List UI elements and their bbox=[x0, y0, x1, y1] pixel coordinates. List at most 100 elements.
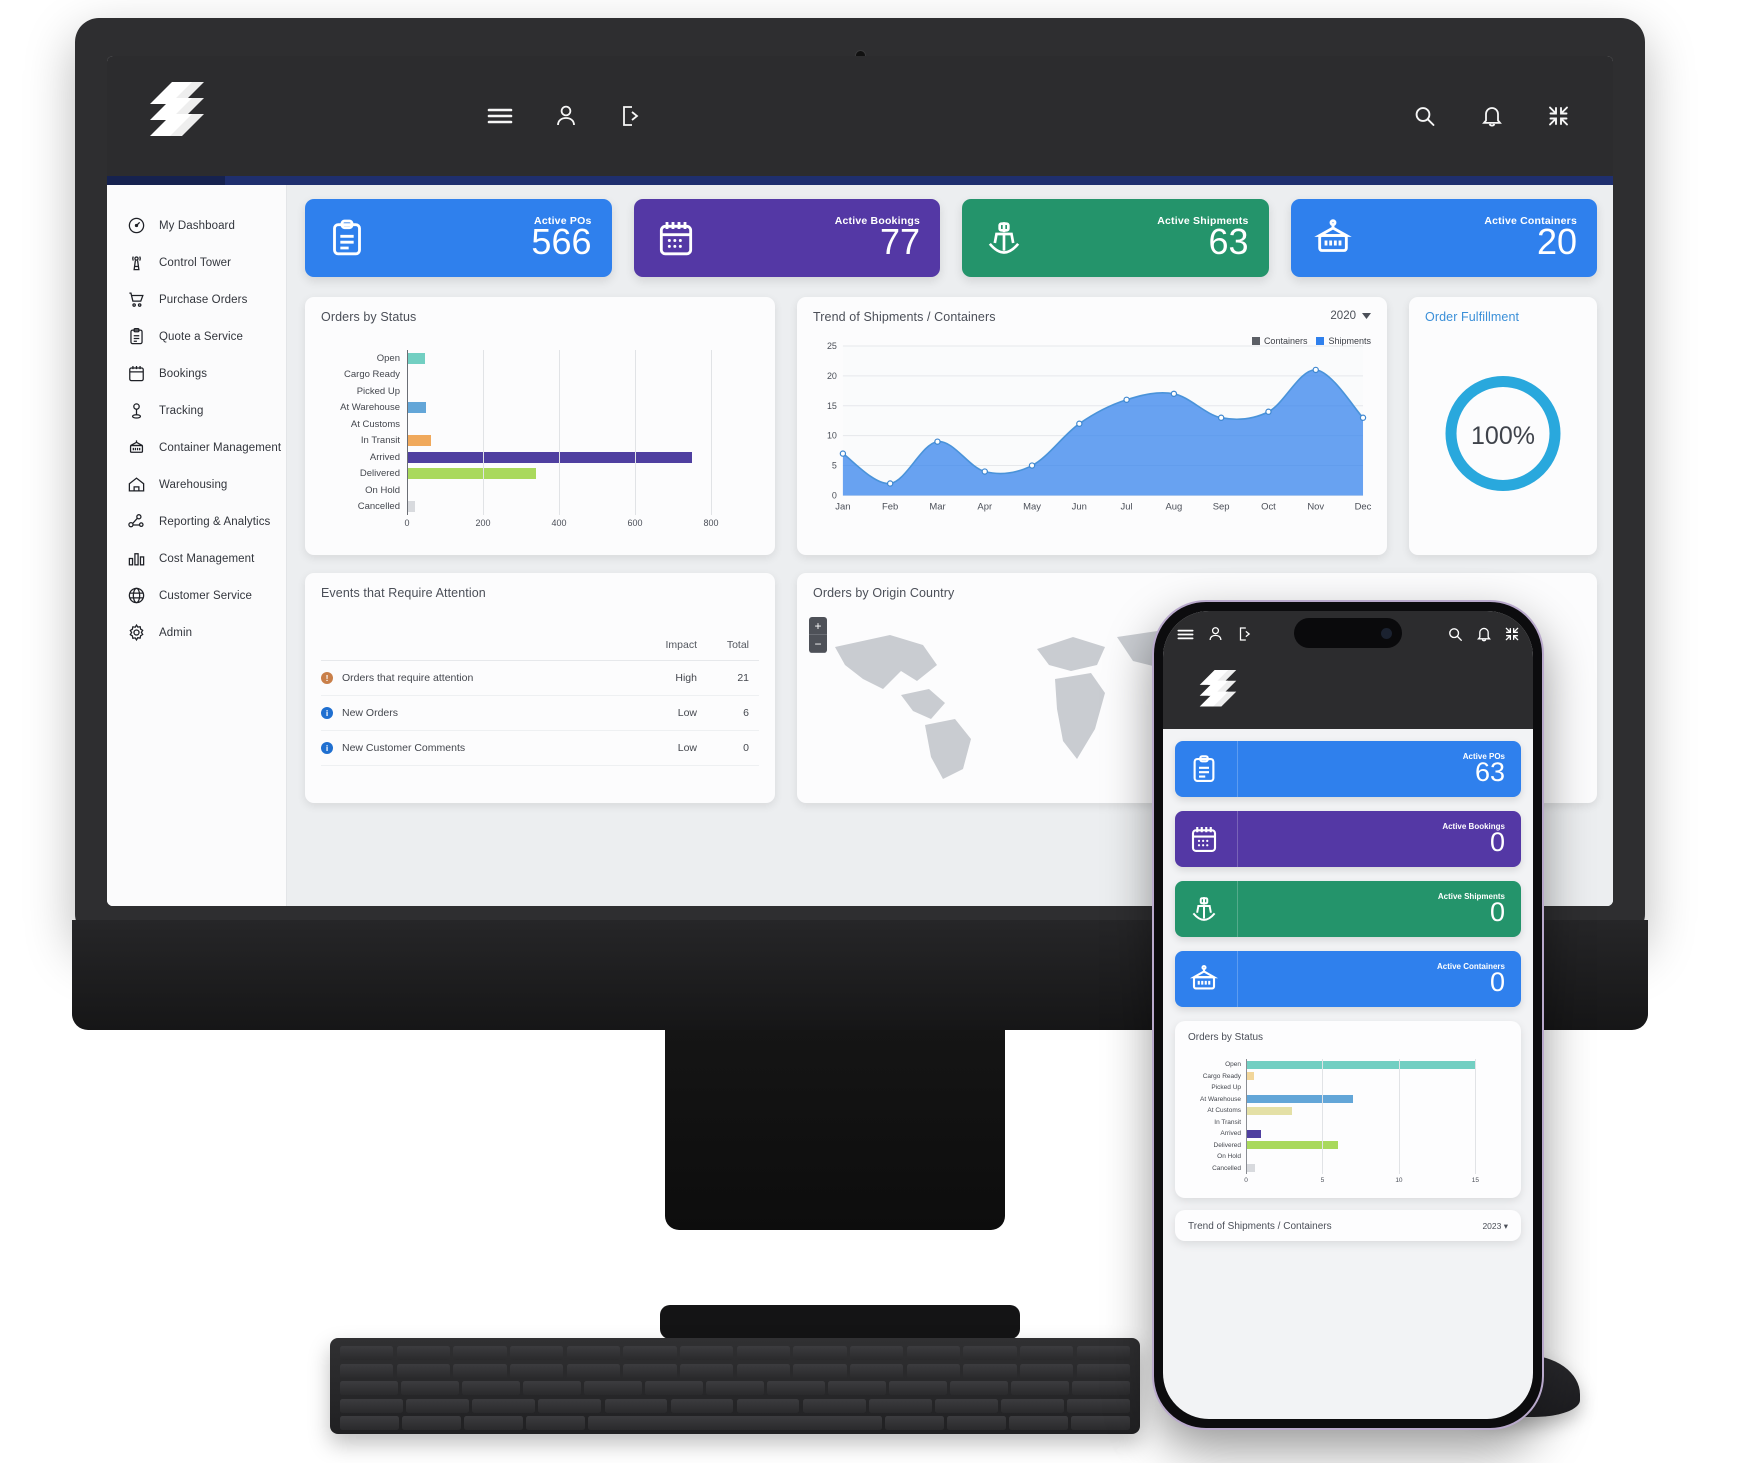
keyboard-key[interactable] bbox=[706, 1381, 764, 1395]
bar-fill[interactable] bbox=[1246, 1095, 1354, 1103]
keyboard-key[interactable] bbox=[566, 1363, 620, 1378]
keyboard-key[interactable] bbox=[472, 1398, 535, 1413]
keyboard-key[interactable] bbox=[963, 1346, 1017, 1360]
logout-icon[interactable] bbox=[1237, 626, 1252, 642]
keyboard-key[interactable] bbox=[406, 1398, 469, 1413]
sidebar-item-bookings[interactable]: Bookings bbox=[107, 355, 286, 392]
keyboard-key[interactable] bbox=[462, 1381, 520, 1395]
table-row[interactable]: i New Orders Low 6 bbox=[321, 695, 759, 731]
sidebar-item-control-tower[interactable]: Control Tower bbox=[107, 244, 286, 281]
phone-kpi-active-shipments[interactable]: Active Shipments 0 bbox=[1175, 881, 1521, 937]
phone-kpi-active-containers[interactable]: Active Containers 0 bbox=[1175, 951, 1521, 1007]
keyboard-key[interactable] bbox=[1072, 1381, 1130, 1395]
bar-fill[interactable] bbox=[1246, 1072, 1254, 1080]
keyboard-key[interactable] bbox=[604, 1398, 668, 1413]
logout-icon[interactable] bbox=[619, 104, 641, 128]
kpi-card-active-bookings[interactable]: Active Bookings 77 bbox=[633, 199, 940, 277]
sidebar-item-tracking[interactable]: Tracking bbox=[107, 392, 286, 429]
bar-fill[interactable] bbox=[407, 435, 431, 446]
bar-fill[interactable] bbox=[1246, 1060, 1476, 1069]
keyboard-key[interactable] bbox=[793, 1346, 847, 1360]
menu-icon[interactable] bbox=[1177, 628, 1194, 641]
sidebar-item-customer-service[interactable]: Customer Service bbox=[107, 577, 286, 614]
bar-fill[interactable] bbox=[1246, 1129, 1262, 1138]
data-point[interactable] bbox=[886, 480, 894, 487]
keyboard-key[interactable] bbox=[340, 1381, 398, 1395]
keyboard-key[interactable] bbox=[736, 1363, 790, 1378]
keyboard-key[interactable] bbox=[736, 1398, 800, 1413]
sidebar-item-purchase-orders[interactable]: Purchase Orders bbox=[107, 281, 286, 318]
sidebar-item-admin[interactable]: Admin bbox=[107, 614, 286, 651]
data-point[interactable] bbox=[1265, 408, 1272, 415]
sidebar-item-container-management[interactable]: Container Management bbox=[107, 429, 286, 466]
keyboard-key[interactable] bbox=[584, 1381, 642, 1395]
keyboard-key[interactable] bbox=[670, 1398, 734, 1413]
bar-fill[interactable] bbox=[1246, 1106, 1292, 1115]
brand-logo[interactable] bbox=[107, 80, 247, 152]
keyboard-key[interactable] bbox=[885, 1416, 944, 1430]
keyboard-key[interactable] bbox=[340, 1398, 403, 1413]
table-row[interactable]: i New Customer Comments Low 0 bbox=[321, 730, 759, 766]
keyboard-key[interactable] bbox=[828, 1381, 886, 1395]
data-point[interactable] bbox=[1076, 420, 1083, 427]
keyboard-key[interactable] bbox=[464, 1416, 523, 1430]
notifications-icon[interactable] bbox=[1477, 626, 1491, 642]
keyboard-key[interactable] bbox=[401, 1381, 459, 1395]
bar-fill[interactable] bbox=[407, 451, 692, 463]
kpi-card-active-containers[interactable]: Active Containers 20 bbox=[1290, 199, 1597, 277]
keyboard-key[interactable] bbox=[340, 1346, 394, 1360]
sidebar-item-cost-management[interactable]: Cost Management bbox=[107, 540, 286, 577]
search-icon[interactable] bbox=[1414, 105, 1436, 127]
bar-fill[interactable] bbox=[407, 352, 426, 364]
keyboard-key[interactable] bbox=[906, 1363, 960, 1378]
data-point[interactable] bbox=[839, 450, 847, 457]
map-zoom-in-button[interactable]: + bbox=[809, 617, 827, 635]
keyboard-key[interactable] bbox=[802, 1398, 866, 1413]
data-point[interactable] bbox=[934, 438, 941, 445]
user-icon[interactable] bbox=[1208, 626, 1223, 642]
keyboard-key[interactable] bbox=[623, 1346, 677, 1360]
map-zoom-out-button[interactable]: − bbox=[809, 635, 827, 653]
keyboard-key[interactable] bbox=[588, 1416, 882, 1430]
sidebar-item-reporting-analytics[interactable]: Reporting & Analytics bbox=[107, 503, 286, 540]
keyboard-key[interactable] bbox=[1001, 1398, 1064, 1413]
keyboard-key[interactable] bbox=[340, 1416, 399, 1430]
data-point[interactable] bbox=[1359, 414, 1367, 421]
keyboard-key[interactable] bbox=[767, 1381, 825, 1395]
keyboard-key[interactable] bbox=[402, 1416, 461, 1430]
data-point[interactable] bbox=[1123, 396, 1130, 403]
bar-fill[interactable] bbox=[407, 402, 426, 413]
keyboard-key[interactable] bbox=[396, 1363, 450, 1378]
keyboard-key[interactable] bbox=[850, 1363, 904, 1378]
data-point[interactable] bbox=[1028, 462, 1036, 469]
trend-year-dropdown[interactable]: 2020 bbox=[1330, 310, 1371, 322]
data-point[interactable] bbox=[1312, 366, 1319, 374]
fullscreen-icon[interactable] bbox=[1505, 627, 1519, 641]
fullscreen-icon[interactable] bbox=[1548, 106, 1569, 127]
keyboard-key[interactable] bbox=[510, 1363, 564, 1378]
keyboard-key[interactable] bbox=[889, 1381, 947, 1395]
keyboard-key[interactable] bbox=[1067, 1398, 1130, 1413]
keyboard[interactable] bbox=[330, 1338, 1140, 1434]
keyboard-key[interactable] bbox=[526, 1416, 585, 1430]
bar-fill[interactable] bbox=[407, 501, 416, 512]
keyboard-key[interactable] bbox=[680, 1363, 734, 1378]
keyboard-key[interactable] bbox=[396, 1346, 450, 1360]
keyboard-key[interactable] bbox=[566, 1346, 620, 1360]
bar-fill[interactable] bbox=[1246, 1141, 1338, 1149]
notifications-icon[interactable] bbox=[1482, 105, 1502, 128]
kpi-card-active-shipments[interactable]: Active Shipments 63 bbox=[962, 199, 1269, 277]
keyboard-key[interactable] bbox=[340, 1363, 394, 1378]
keyboard-key[interactable] bbox=[523, 1381, 581, 1395]
keyboard-key[interactable] bbox=[947, 1416, 1006, 1430]
keyboard-key[interactable] bbox=[850, 1346, 904, 1360]
keyboard-key[interactable] bbox=[1076, 1346, 1130, 1360]
keyboard-key[interactable] bbox=[538, 1398, 601, 1413]
keyboard-key[interactable] bbox=[1020, 1346, 1074, 1360]
phone-kpi-active-pos[interactable]: Active POs 63 bbox=[1175, 741, 1521, 797]
keyboard-key[interactable] bbox=[453, 1363, 507, 1378]
keyboard-key[interactable] bbox=[680, 1346, 734, 1360]
data-point[interactable] bbox=[1170, 390, 1178, 397]
keyboard-key[interactable] bbox=[1071, 1416, 1130, 1430]
keyboard-key[interactable] bbox=[736, 1346, 790, 1360]
